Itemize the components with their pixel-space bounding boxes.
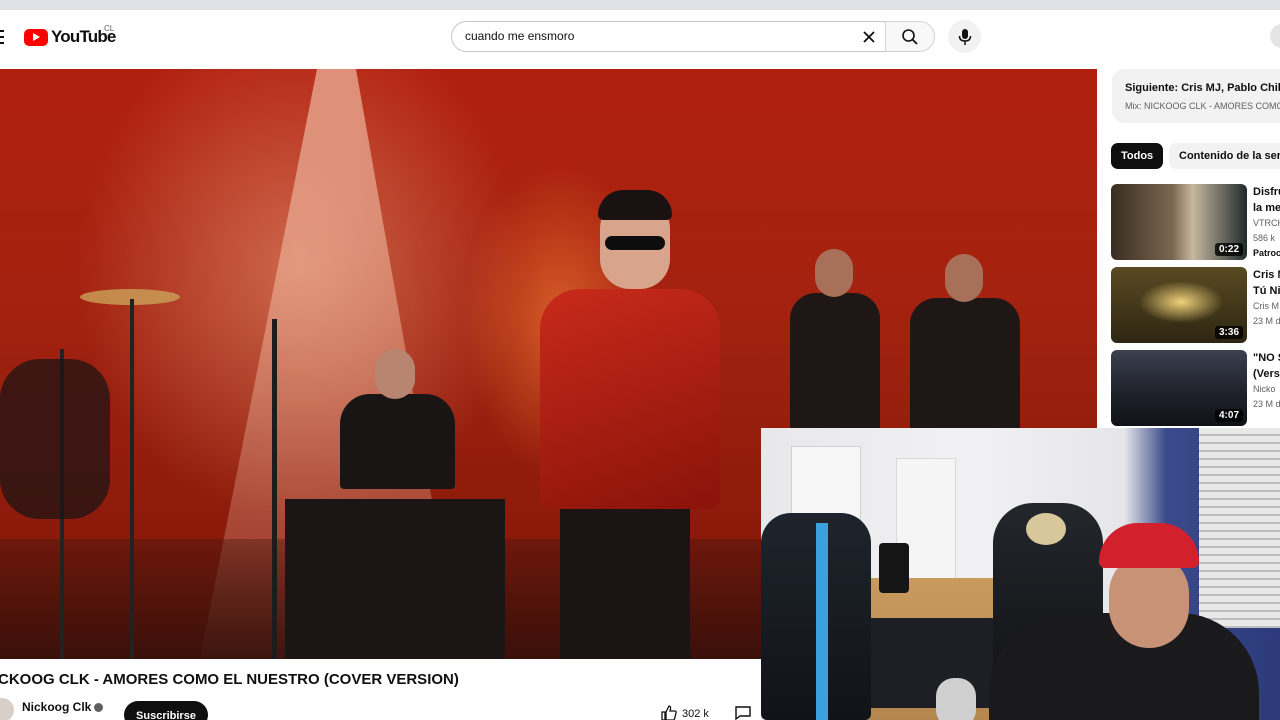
video-thumbnail[interactable]: 3:36 [1111,267,1247,343]
recommendation-text: Cris N Tú Ni Cris M 23 M d [1253,267,1280,329]
account-avatar[interactable] [1270,24,1280,48]
sofa [851,618,1001,708]
rec-title[interactable]: Disfru [1253,184,1280,200]
keyboard-table [285,499,505,659]
verified-icon [94,703,103,712]
chair-stripe [816,523,828,720]
search-icon [902,28,918,45]
sponsored-label: Patroc [1253,248,1280,258]
channel-avatar[interactable] [0,698,14,720]
channel-name[interactable]: Nickoog Clk [22,700,91,714]
duration-badge: 3:36 [1214,326,1243,339]
streamer [989,523,1259,720]
up-next-subtitle: Mix: NICKOOG CLK - AMORES COMO [1125,101,1280,111]
chip-todos[interactable]: Todos [1111,143,1164,169]
search-input[interactable]: cuando me ensmoro [465,29,574,43]
duration-badge: 4:07 [1214,409,1243,422]
country-code: CL [104,24,115,33]
youtube-play-icon [24,28,48,46]
lead-singer [530,190,730,659]
clear-search-icon[interactable] [859,27,879,47]
video-title: CKOOG CLK - AMORES COMO EL NUESTRO (COVE… [0,671,459,688]
rec-channel: Nicko [1253,384,1276,394]
voice-search-button[interactable] [948,20,981,53]
subscribe-button[interactable]: Suscribirse [124,701,208,720]
up-next-panel[interactable]: Siguiente: Cris MJ, Pablo Chill-E Mix: N… [1112,69,1280,123]
masthead: YouTube CL cuando me ensmoro [0,10,1280,66]
microphone-icon [958,28,971,45]
search-button[interactable] [885,21,935,52]
video-thumbnail[interactable]: 4:07 [1111,350,1247,426]
like-count: 302 k [682,708,709,720]
video-thumbnail[interactable]: 0:22 [1111,184,1247,260]
rec-title-line2[interactable]: (Vers [1253,366,1280,382]
rec-title-line2[interactable]: Tú Ni [1253,283,1280,299]
recommendation-item[interactable]: 3:36 Cris N Tú Ni Cris M 23 M d [1111,267,1280,343]
recommendation-item[interactable]: 0:22 Disfru la me VTRCH 586 k Patroc [1111,184,1280,260]
comment-icon[interactable] [734,704,752,720]
up-next-title: Siguiente: Cris MJ, Pablo Chill-E [1125,82,1280,94]
recommendation-text: "NO S (Vers Nicko 23 M d [1253,350,1280,412]
rec-title[interactable]: "NO S [1253,350,1280,366]
rec-channel: VTRCH [1253,218,1280,228]
rec-views: 23 M d [1253,316,1280,326]
recommendation-text: Disfru la me VTRCH 586 k Patroc [1253,184,1280,260]
drum-kit [0,269,240,659]
duration-badge: 0:22 [1214,243,1243,256]
rec-title[interactable]: Cris N [1253,267,1280,283]
speaker [879,543,909,593]
microphone [936,678,976,720]
video-info: CKOOG CLK - AMORES COMO EL NUESTRO (COVE… [0,659,760,720]
rec-views: 23 M d [1253,399,1280,409]
youtube-logo[interactable]: YouTube [24,27,116,47]
search-box[interactable]: cuando me ensmoro [451,21,885,52]
chip-series-content[interactable]: Contenido de la serie [1169,143,1280,169]
webcam-overlay [761,428,1280,720]
rec-title-line2[interactable]: la me [1253,200,1280,216]
recommendation-item[interactable]: 4:07 "NO S (Vers Nicko 23 M d [1111,350,1280,426]
like-icon[interactable] [660,704,678,720]
rec-views: 586 k [1253,233,1276,243]
keyboard-player [330,349,460,509]
mic-stand [272,319,277,659]
menu-icon[interactable] [0,30,4,44]
browser-tab-strip[interactable] [0,0,1280,10]
rec-channel: Cris M [1253,301,1279,311]
